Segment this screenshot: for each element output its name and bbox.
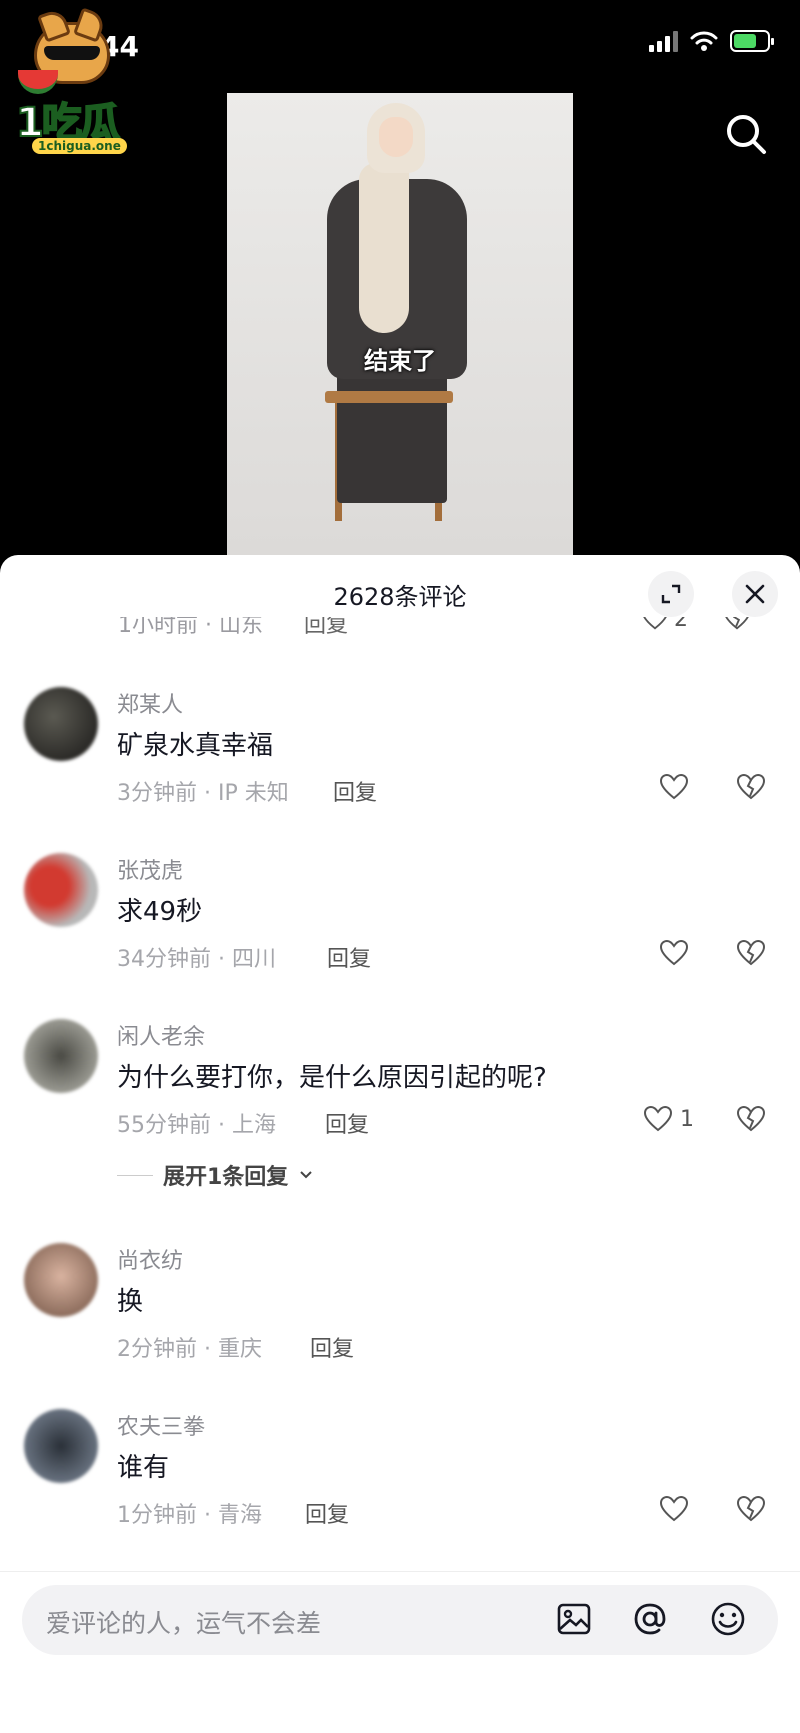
reply-button[interactable]: 回复 [304,617,348,637]
comment-meta: 34分钟前 · 四川 [117,947,276,972]
close-button[interactable] [732,571,778,617]
comment-item[interactable]: 郑某人 矿泉水真幸福 3分钟前 · IP 未知 回复 [0,675,800,841]
heart-icon[interactable] [640,617,670,633]
chevron-down-icon [300,1171,313,1179]
comment-author[interactable]: 张茂虎 [117,853,183,885]
expand-replies-button[interactable]: 展开1条回复 [117,1159,314,1191]
broken-heart-icon[interactable] [735,1493,767,1525]
comment-text: 换 [117,1287,144,1317]
comment-author[interactable]: 郑某人 [117,687,183,719]
expand-replies-label: 展开1条回复 [163,1165,289,1190]
emoji-icon[interactable] [708,1599,748,1639]
partial-comment-row: 1小时前 · 山东 回复 2 [118,617,758,637]
comment-meta: 2分钟前 · 重庆 [117,1337,262,1362]
broken-heart-icon[interactable] [735,937,767,969]
reply-button[interactable]: 回复 [310,1331,354,1363]
comment-meta: 55分钟前 · 上海 [117,1113,276,1138]
at-icon[interactable] [630,1599,670,1639]
battery-icon [730,30,774,52]
reply-button[interactable]: 回复 [327,941,371,973]
wifi-icon [690,31,718,51]
broken-heart-icon[interactable] [722,617,752,633]
like-count: 1 [680,1107,694,1132]
comment-text: 矿泉水真幸福 [117,731,274,761]
reply-button[interactable]: 回复 [325,1107,369,1139]
status-indicators [649,30,774,52]
comments-sheet: 2628条评论 1小时前 · 山东 回复 2 郑某人 矿泉水真幸福 3分钟前 ·… [0,555,800,1733]
comment-input-placeholder: 爱评论的人，运气不会差 [46,1609,322,1638]
broken-heart-icon[interactable] [735,771,767,803]
avatar[interactable] [24,1243,98,1317]
watermark-logo: 1吃瓜 1chigua.one [14,14,134,154]
reply-button[interactable]: 回复 [305,1497,349,1529]
avatar[interactable] [24,853,98,927]
divider [0,1571,800,1572]
image-icon[interactable] [554,1599,594,1639]
comment-input[interactable]: 爱评论的人，运气不会差 [22,1585,778,1655]
avatar[interactable] [24,687,98,761]
comment-text: 谁有 [117,1453,170,1483]
reply-button[interactable]: 回复 [333,775,377,807]
video-player[interactable]: 结束了 [227,93,573,555]
comment-author[interactable]: 农夫三拳 [117,1409,205,1441]
like-count: 2 [674,617,688,632]
comment-item[interactable]: 闲人老余 为什么要打你，是什么原因引起的呢? 55分钟前 · 上海 回复 1 展… [0,1007,800,1231]
comment-text: 为什么要打你，是什么原因引起的呢? [117,1063,547,1093]
logo-domain: 1chigua.one [32,138,127,154]
search-icon [727,115,766,154]
comment-item[interactable]: 农夫三拳 谁有 1分钟前 · 青海 回复 [0,1397,800,1563]
cellular-signal-icon [649,30,678,52]
comment-item[interactable]: 张茂虎 求49秒 34分钟前 · 四川 回复 [0,841,800,1007]
comment-author[interactable]: 闲人老余 [117,1019,205,1051]
broken-heart-icon[interactable] [735,1103,767,1135]
close-icon [745,584,765,604]
heart-icon[interactable] [642,1103,674,1135]
avatar[interactable] [24,1019,98,1093]
avatar[interactable] [24,1409,98,1483]
comment-item[interactable]: 尚衣纺 换 2分钟前 · 重庆 回复 [0,1231,800,1397]
comment-author[interactable]: 尚衣纺 [117,1243,183,1275]
expand-button[interactable] [648,571,694,617]
comment-meta: 1分钟前 · 青海 [117,1503,262,1528]
expand-icon [661,584,681,604]
comment-text: 求49秒 [117,897,203,927]
comment-meta: 3分钟前 · IP 未知 [117,781,289,806]
heart-icon[interactable] [658,771,690,803]
heart-icon[interactable] [658,937,690,969]
comment-meta: 1小时前 · 山东 [118,617,263,637]
video-caption: 结束了 [364,347,436,375]
heart-icon[interactable] [658,1493,690,1525]
search-button[interactable] [724,112,768,156]
